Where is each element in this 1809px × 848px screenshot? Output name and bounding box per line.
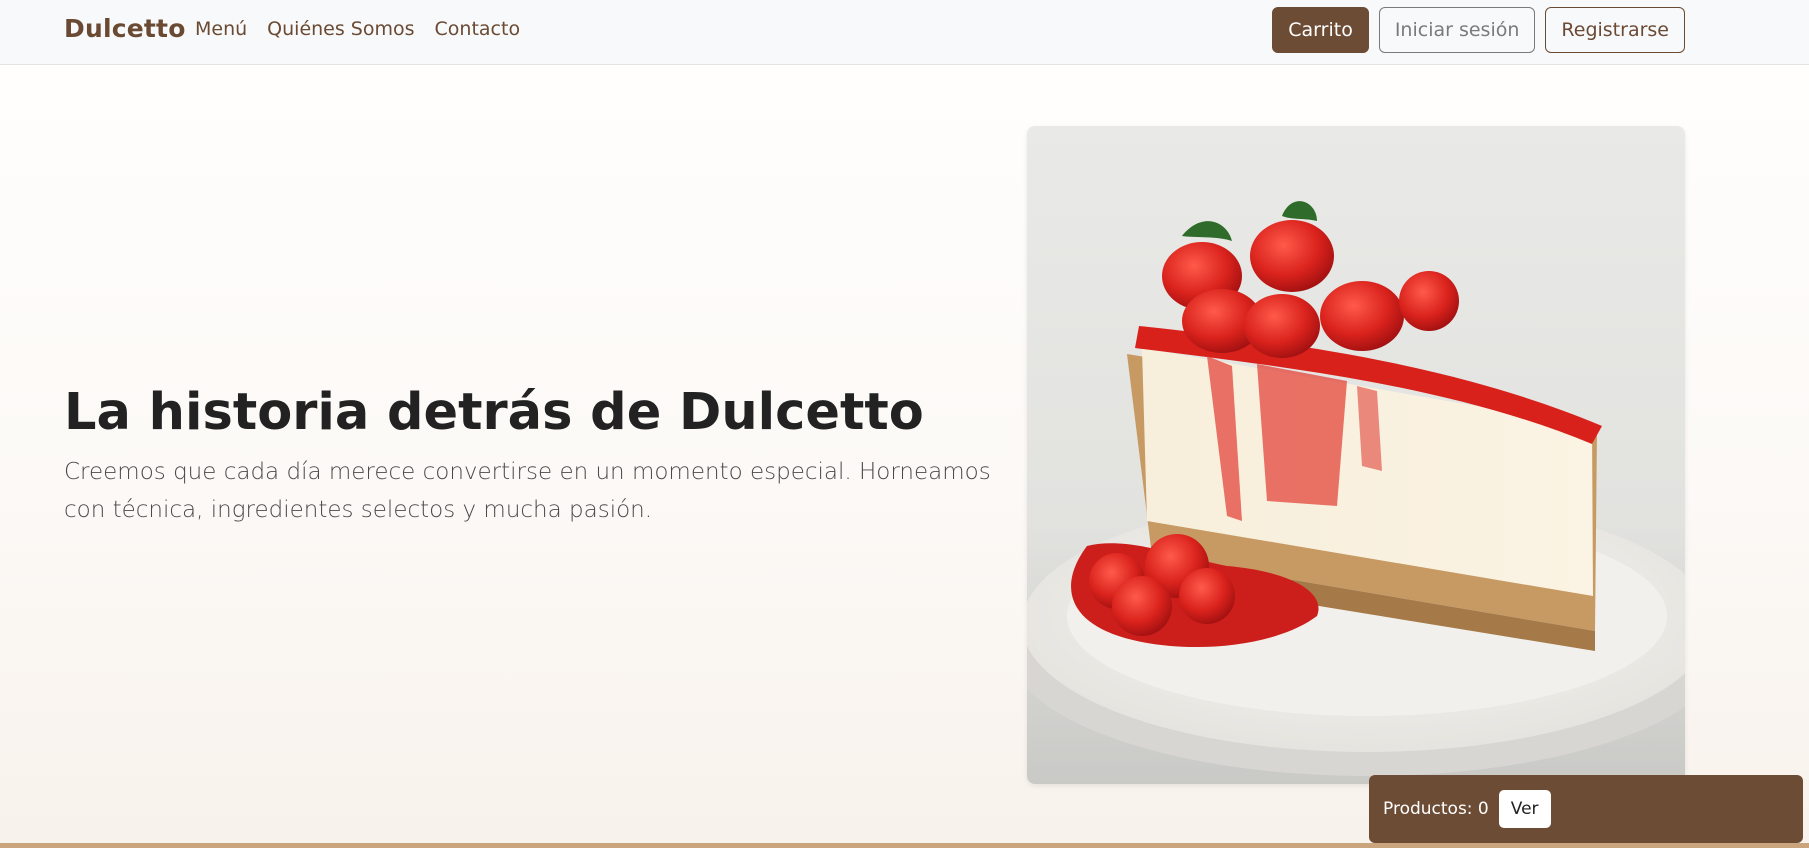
cart-product-count: Productos: 0	[1383, 799, 1489, 819]
bottom-accent-line	[0, 843, 1809, 848]
navbar: Dulcetto Menú Quiénes Somos Contacto Car…	[0, 0, 1809, 65]
cart-button[interactable]: Carrito	[1272, 7, 1369, 53]
cart-summary-widget: Productos: 0 Ver	[1369, 775, 1803, 843]
hero-section: La historia detrás de Dulcetto Creemos q…	[0, 65, 1809, 843]
nav-actions: Carrito Iniciar sesión Registrarse	[1272, 7, 1685, 53]
nav-link-about[interactable]: Quiénes Somos	[267, 18, 414, 40]
brand-logo[interactable]: Dulcetto	[64, 14, 186, 43]
view-cart-button[interactable]: Ver	[1498, 790, 1551, 828]
hero-description: Creemos que cada día merece convertirse …	[64, 459, 991, 523]
nav-links: Menú Quiénes Somos Contacto	[195, 18, 520, 40]
login-button[interactable]: Iniciar sesión	[1378, 7, 1536, 53]
hero-title: La historia detrás de Dulcetto	[64, 383, 924, 442]
nav-link-contact[interactable]: Contacto	[435, 18, 521, 40]
register-button[interactable]: Registrarse	[1545, 7, 1685, 53]
nav-link-menu[interactable]: Menú	[195, 18, 247, 40]
cheesecake-image	[1027, 126, 1685, 784]
